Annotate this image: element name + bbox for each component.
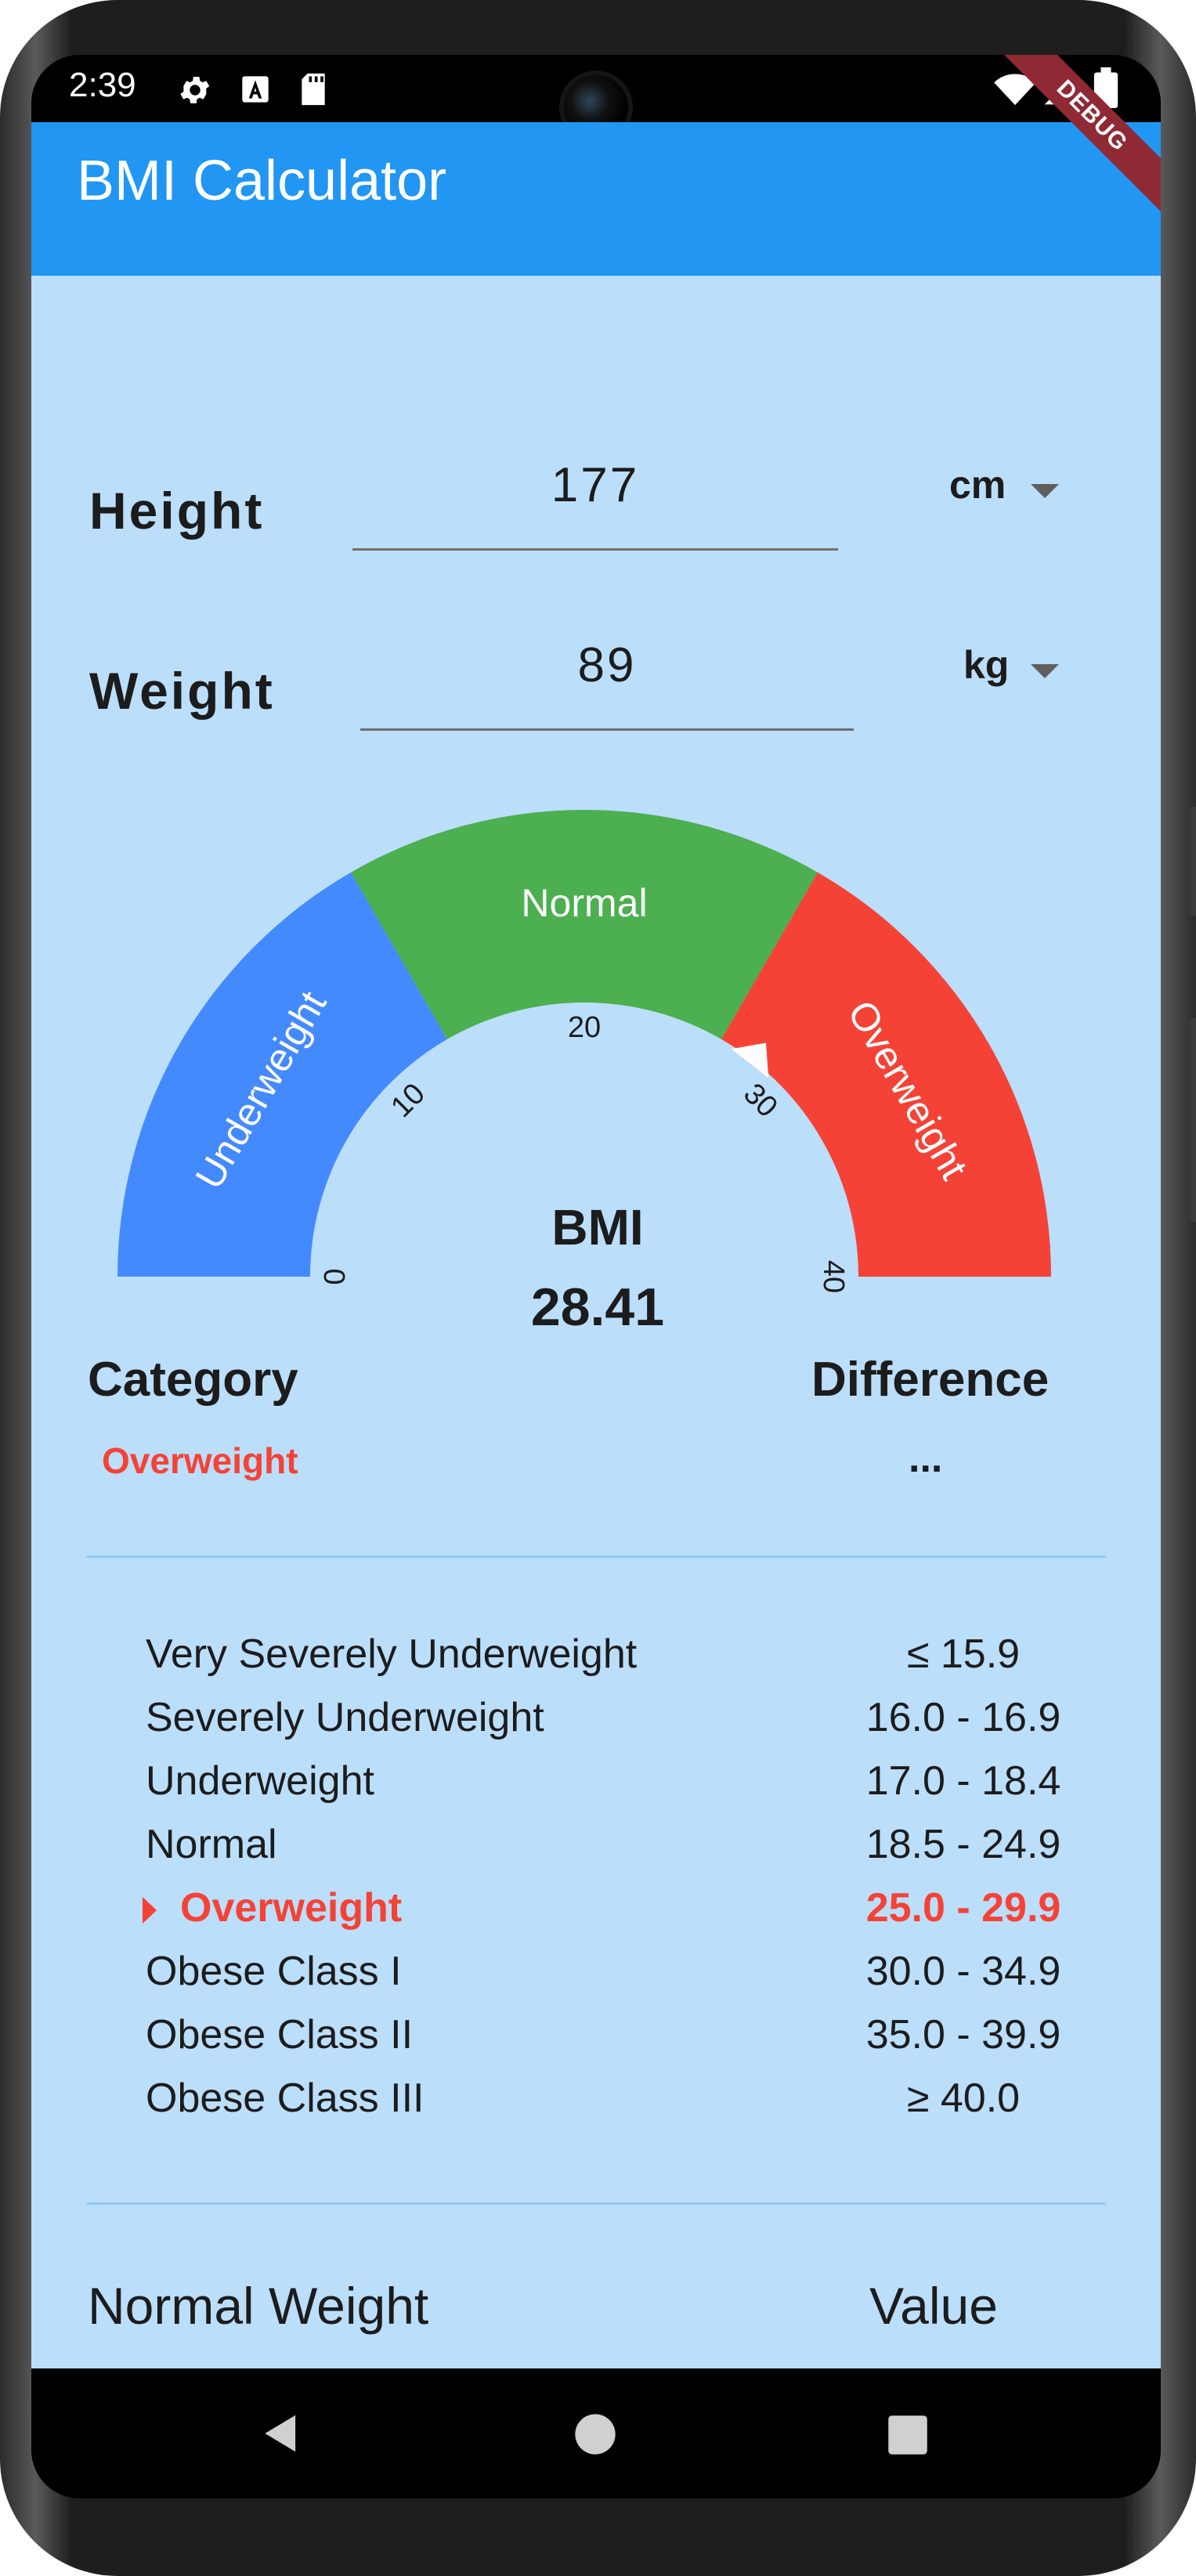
height-unit-dropdown[interactable]: cm [949, 462, 1006, 508]
gauge-tick-label: 20 [568, 1011, 601, 1044]
gauge-tick-label: 30 [737, 1077, 784, 1124]
status-time: 2:39 [69, 66, 136, 104]
gauge-tick-label: 40 [817, 1260, 850, 1293]
category-range: 35.0 - 39.9 [865, 2012, 1061, 2058]
category-range: 25.0 - 29.9 [865, 1885, 1061, 1931]
category-value: Overweight [102, 1440, 298, 1481]
height-input[interactable]: 177 [352, 457, 838, 513]
category-name: Severely Underweight [146, 1695, 544, 1740]
category-name: Overweight [180, 1885, 403, 1931]
weight-input[interactable]: 89 [360, 638, 854, 693]
gear-icon [180, 77, 210, 103]
category-range: ≤ 15.9 [906, 1631, 1021, 1677]
phone-frame: 2:39 BMI Calculator Height 177 cm Weight… [0, 0, 1196, 2576]
table-row: Overweight 25.0 - 29.9 [31, 1884, 1161, 1947]
category-name: Obese Class I [146, 1949, 402, 1994]
normal-weight-label: Normal Weight [88, 2277, 429, 2335]
table-row: Obese Class III ≥ 40.0 [31, 2075, 1161, 2137]
gauge-label-normal: Normal [521, 881, 647, 925]
difference-value: ... [909, 1436, 943, 1481]
category-range: ≥ 40.0 [906, 2076, 1021, 2121]
weight-input-underline [360, 728, 854, 731]
table-row: Underweight 17.0 - 18.4 [31, 1758, 1161, 1820]
height-label: Height [89, 482, 265, 540]
difference-heading: Difference [811, 1353, 1050, 1407]
category-name: Underweight [146, 1758, 374, 1804]
category-name: Very Severely Underweight [146, 1631, 638, 1677]
category-range: 18.5 - 24.9 [865, 1822, 1061, 1867]
height-input-underline [352, 548, 838, 551]
category-range: 17.0 - 18.4 [865, 1758, 1061, 1804]
table-row: Very Severely Underweight ≤ 15.9 [31, 1631, 1161, 1693]
table-row: Obese Class I 30.0 - 34.9 [31, 1948, 1161, 2011]
table-row: Normal 18.5 - 24.9 [31, 1821, 1161, 1884]
table-row: Severely Underweight 16.0 - 16.9 [31, 1694, 1161, 1757]
sd-card-icon [302, 73, 325, 106]
bmi-label: BMI [551, 1199, 644, 1255]
category-heading: Category [88, 1353, 298, 1407]
category-name: Normal [146, 1822, 277, 1867]
gauge-tick-label: 0 [319, 1268, 352, 1284]
text-a-icon [242, 76, 269, 103]
category-range: 16.0 - 16.9 [865, 1695, 1061, 1740]
volume-button [1190, 1018, 1196, 1222]
bmi-value: 28.41 [530, 1277, 665, 1337]
weight-label: Weight [89, 662, 275, 720]
weight-unit-dropdown[interactable]: kg [963, 642, 1009, 688]
category-range: 30.0 - 34.9 [865, 1949, 1061, 1994]
caret-right-icon [143, 1897, 157, 1924]
content-area: Height 177 cm Weight 89 kg Underweight No… [31, 276, 1161, 2368]
table-row: Obese Class II 35.0 - 39.9 [31, 2011, 1161, 2074]
screen: 2:39 BMI Calculator Height 177 cm Weight… [31, 55, 1161, 2498]
gauge-tick-label: 10 [385, 1077, 432, 1124]
divider [86, 2202, 1106, 2205]
back-icon[interactable] [257, 2409, 305, 2458]
home-icon[interactable] [573, 2412, 617, 2456]
chevron-down-icon[interactable] [1031, 484, 1059, 498]
chevron-down-icon[interactable] [1031, 664, 1059, 678]
divider [86, 1555, 1106, 1558]
category-name: Obese Class III [146, 2076, 425, 2121]
recents-icon[interactable] [887, 2414, 929, 2456]
gauge-needle [731, 1042, 769, 1078]
navigation-bar [31, 2368, 1161, 2498]
power-button [1190, 807, 1196, 916]
app-title: BMI Calculator [77, 150, 447, 212]
category-name: Obese Class II [146, 2012, 414, 2058]
normal-weight-value: Value [869, 2277, 998, 2335]
status-bar: 2:39 [31, 55, 1161, 139]
